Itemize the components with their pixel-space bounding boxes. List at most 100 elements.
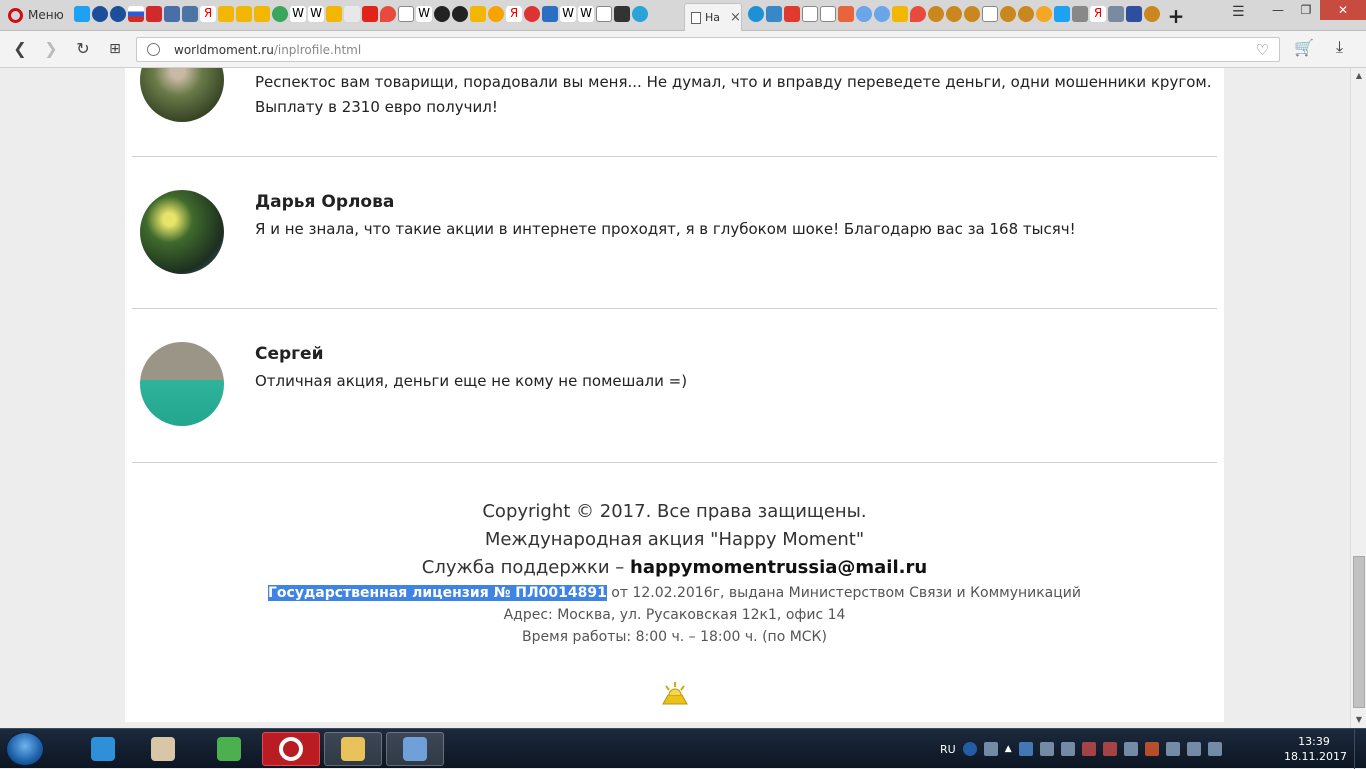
e-site-icon[interactable] [748, 6, 764, 22]
active-tab[interactable]: На × [684, 3, 742, 31]
wikipedia-icon[interactable]: W [308, 6, 324, 22]
page-scrollbar[interactable]: ▲ ▼ [1350, 68, 1366, 728]
shield-icon[interactable] [614, 6, 630, 22]
moon-site-icon[interactable] [92, 6, 108, 22]
hockey-icon[interactable] [452, 6, 468, 22]
bluetooth-icon[interactable] [1060, 742, 1075, 756]
hockey-icon[interactable] [434, 6, 450, 22]
language-indicator[interactable]: RU [940, 743, 956, 756]
eagle-icon[interactable] [1108, 6, 1124, 22]
coat-of-arms-icon[interactable] [1126, 6, 1142, 22]
tools-icon[interactable] [344, 6, 360, 22]
mountain-site-icon[interactable] [218, 6, 234, 22]
news-55-icon[interactable] [146, 6, 162, 22]
page-icon[interactable] [802, 6, 818, 22]
show-desktop-button[interactable] [1354, 729, 1366, 769]
mountain-site-icon[interactable] [236, 6, 252, 22]
usb-tray-icon[interactable] [1186, 742, 1201, 756]
mountain-site-icon[interactable] [326, 6, 342, 22]
arrows-tray-icon[interactable] [983, 742, 998, 756]
system-clock[interactable]: 13:39 18.11.2017 [1284, 734, 1347, 764]
mountain-site-icon[interactable] [892, 6, 908, 22]
wikipedia-icon[interactable]: W [578, 6, 594, 22]
address-bar[interactable]: worldmoment.ru /inplrofile.html ♡ [136, 37, 1280, 62]
new-tab-button[interactable]: + [1166, 4, 1186, 28]
mountain-site-icon[interactable] [470, 6, 486, 22]
wiki-globe-icon[interactable] [272, 6, 288, 22]
wikipedia-icon[interactable]: W [290, 6, 306, 22]
a-site-icon[interactable] [524, 6, 540, 22]
volume-icon[interactable] [1207, 742, 1222, 756]
shield-site-icon[interactable] [838, 6, 854, 22]
moon-site-icon[interactable] [110, 6, 126, 22]
network-tray-icon[interactable] [1081, 742, 1096, 756]
minimize-button[interactable]: — [1264, 0, 1292, 20]
vk-icon[interactable] [182, 6, 198, 22]
close-tab-icon[interactable]: × [730, 10, 741, 25]
c-site-icon[interactable] [856, 6, 872, 22]
twitter-icon[interactable] [1054, 6, 1070, 22]
tab-menu-icon[interactable]: ☰ [1232, 4, 1245, 20]
at-sign-icon[interactable] [1036, 6, 1052, 22]
maximize-button[interactable]: ❐ [1292, 0, 1320, 20]
scroll-down-arrow-icon[interactable]: ▼ [1351, 712, 1366, 728]
taskbar-paint[interactable] [386, 732, 444, 766]
taskbar-card-game[interactable] [134, 732, 192, 766]
security-tray-icon[interactable] [1144, 742, 1159, 756]
start-button[interactable] [6, 732, 44, 766]
russia-flag-icon[interactable] [128, 6, 144, 22]
taskbar-help-app[interactable] [200, 732, 258, 766]
support-email-link[interactable]: happymomentrussia@mail.ru [630, 557, 927, 578]
yandex-icon[interactable]: Я [1090, 6, 1106, 22]
scroll-up-arrow-icon[interactable]: ▲ [1351, 68, 1366, 84]
download-icon[interactable]: ⤓ [1336, 37, 1343, 57]
weather-icon[interactable] [766, 6, 782, 22]
back-button[interactable]: ❮ [10, 39, 30, 59]
signal-tray-icon[interactable] [1039, 742, 1054, 756]
at-sign-icon[interactable] [632, 6, 648, 22]
pocket-icon[interactable] [784, 6, 800, 22]
yandex-icon[interactable]: Я [506, 6, 522, 22]
taskbar-explorer[interactable] [324, 732, 382, 766]
forward-button[interactable]: ❯ [41, 39, 61, 59]
page-icon[interactable] [982, 6, 998, 22]
twitter-icon[interactable] [74, 6, 90, 22]
taskbar-media-player[interactable] [74, 732, 132, 766]
bread-icon[interactable] [1000, 6, 1016, 22]
page-icon[interactable] [820, 6, 836, 22]
scrollbar-thumb[interactable] [1353, 556, 1365, 708]
map-pin-icon[interactable] [910, 6, 926, 22]
no-network-icon[interactable] [1102, 742, 1117, 756]
chat-icon[interactable] [164, 6, 180, 22]
wikipedia-icon[interactable]: W [416, 6, 432, 22]
show-hidden-icons[interactable]: ▲ [1005, 744, 1012, 754]
keyboard-tray-icon[interactable] [1165, 742, 1180, 756]
bread-icon[interactable] [1144, 6, 1160, 22]
yandex-icon[interactable]: Я [200, 6, 216, 22]
update-tray-icon[interactable] [1123, 742, 1138, 756]
bread-icon[interactable] [964, 6, 980, 22]
map-pin-icon[interactable] [380, 6, 396, 22]
taskbar-opera[interactable] [262, 732, 320, 766]
cloud-icon[interactable] [1072, 6, 1088, 22]
page-icon[interactable] [398, 6, 414, 22]
bread-icon[interactable] [1018, 6, 1034, 22]
page-icon[interactable] [596, 6, 612, 22]
heart-icon[interactable]: ♡ [1256, 41, 1269, 59]
bread-icon[interactable] [946, 6, 962, 22]
t-site-icon[interactable] [362, 6, 378, 22]
search-site-icon[interactable] [488, 6, 504, 22]
help-tray-icon[interactable] [962, 742, 977, 756]
wikipedia-icon[interactable]: W [560, 6, 576, 22]
opera-menu-button[interactable]: Меню [4, 4, 68, 26]
news-24-icon[interactable] [542, 6, 558, 22]
avatar [140, 190, 224, 274]
speed-dial-icon[interactable]: ⊞ [105, 39, 125, 59]
close-window-button[interactable]: ✕ [1320, 0, 1366, 20]
mountain-site-icon[interactable] [254, 6, 270, 22]
cart-icon[interactable]: 🛒 [1294, 38, 1314, 57]
display-tray-icon[interactable] [1018, 742, 1033, 756]
c-site-icon[interactable] [874, 6, 890, 22]
bread-icon[interactable] [928, 6, 944, 22]
reload-button[interactable]: ↻ [73, 39, 93, 59]
